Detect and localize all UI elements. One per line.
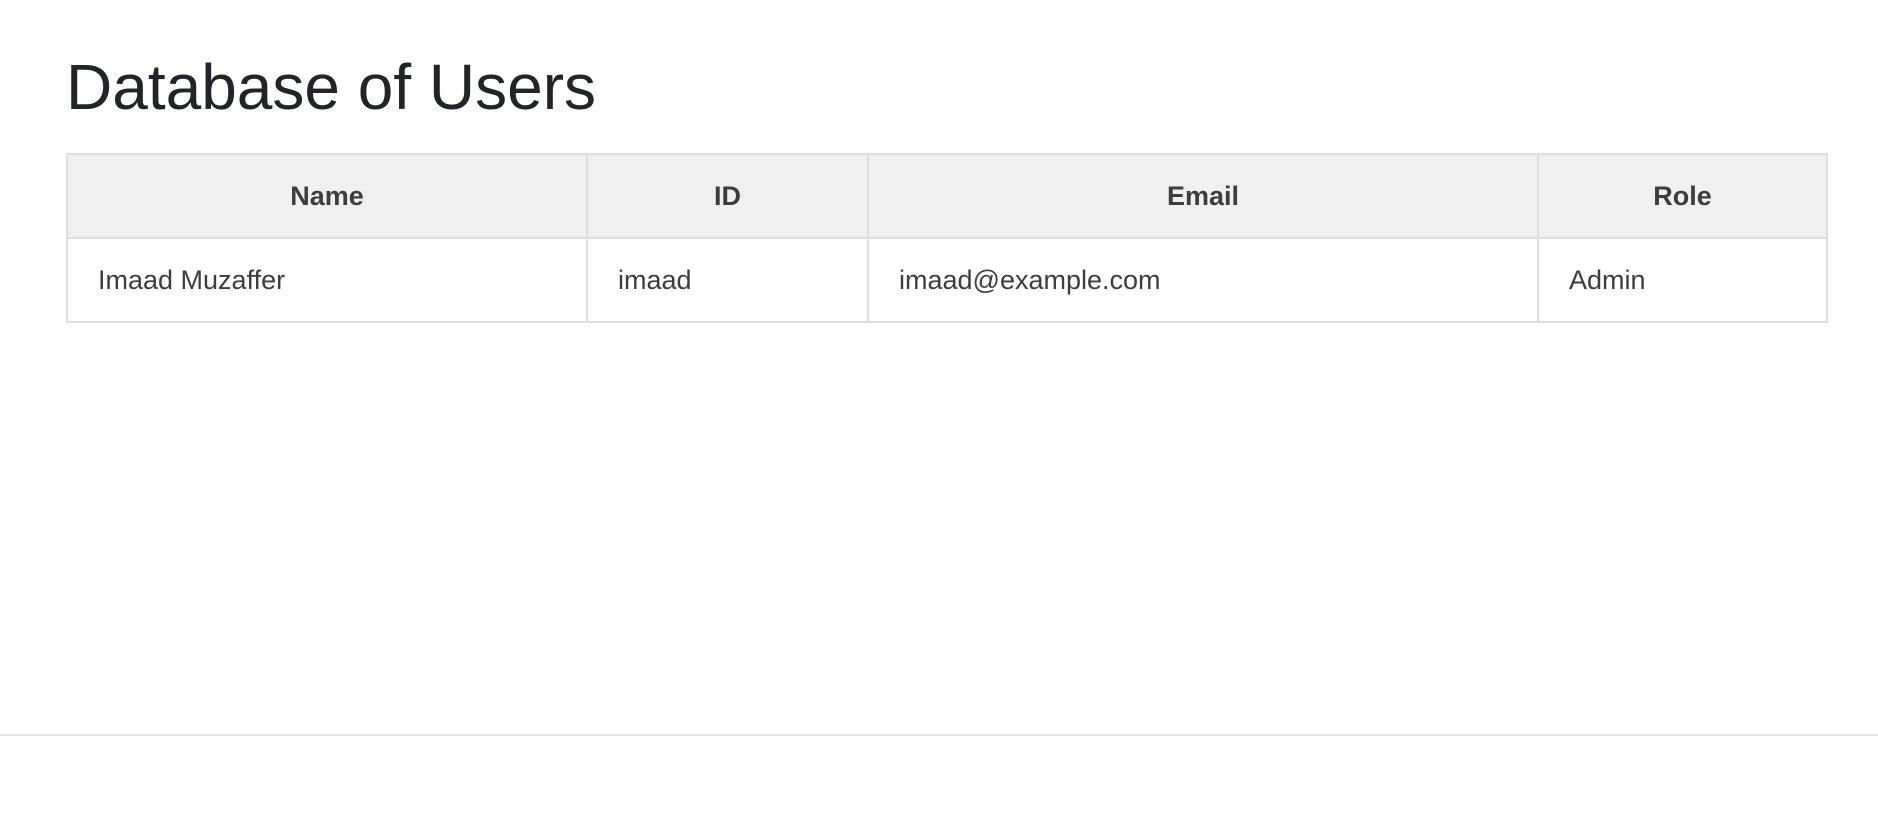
page-title: Database of Users [66, 51, 597, 123]
column-header-role: Role [1537, 153, 1828, 239]
column-header-name: Name [66, 153, 588, 239]
column-header-id: ID [586, 153, 869, 239]
footer-divider [0, 734, 1878, 736]
cell-id: imaad [586, 237, 869, 323]
cell-name: Imaad Muzaffer [66, 237, 588, 323]
cell-role: Admin [1537, 237, 1828, 323]
column-header-email: Email [867, 153, 1539, 239]
table-row: Imaad Muzaffer imaad imaad@example.com A… [66, 237, 1828, 323]
table-header-row: Name ID Email Role [66, 153, 1828, 239]
cell-email: imaad@example.com [867, 237, 1539, 323]
users-table: Name ID Email Role Imaad Muzaffer imaad … [66, 153, 1828, 323]
